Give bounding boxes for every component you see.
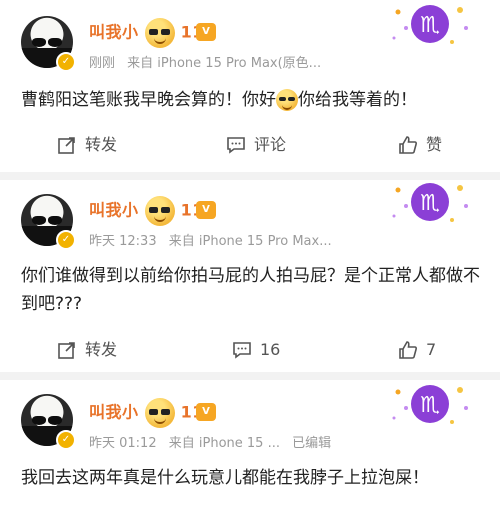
repost-icon (58, 137, 75, 154)
sunglasses-emoji-icon (144, 398, 175, 428)
like-label: 赞 (426, 135, 443, 154)
post-2: ✓ 叫我小 112 V 昨天 12:33 来自 iPhone 15 Pro Ma… (0, 180, 500, 372)
level-badge: V (196, 201, 216, 219)
avatar-eye (32, 216, 46, 225)
like-icon (399, 341, 417, 359)
avatar-eye (32, 38, 46, 47)
like-icon (399, 136, 417, 154)
scorpio-icon: ♏ (392, 183, 468, 222)
repost-button[interactable]: 转发 (57, 335, 117, 365)
post-text: 你给我等着的！ (298, 90, 417, 110)
post-source[interactable]: 来自 iPhone 15 Pro Max(原色... (127, 56, 321, 71)
level-badge: V (196, 403, 216, 421)
post-content: 曹鹤阳这笔账我早晚会算的！你好 你给我等着的！ (21, 86, 481, 114)
svg-text:♏: ♏ (420, 393, 440, 418)
post-source[interactable]: 来自 iPhone 15 Pro Max... (169, 234, 332, 249)
avatar-eye (48, 416, 62, 425)
verified-badge-icon: ✓ (56, 230, 76, 250)
user-name-prefix: 叫我小 (89, 22, 139, 42)
action-bar: 转发 评论 赞 (0, 130, 500, 160)
repost-label: 转发 (85, 135, 118, 154)
divider (0, 172, 500, 180)
sunglasses-emoji-icon (276, 89, 298, 111)
repost-label: 转发 (85, 340, 118, 359)
verified-badge-icon: ✓ (56, 430, 76, 450)
post-time: 昨天 12:33 (89, 234, 157, 249)
post-meta: 刚刚 来自 iPhone 15 Pro Max(原色... (89, 52, 329, 71)
post-source[interactable]: 来自 iPhone 15 ... (169, 436, 280, 451)
post-time: 昨天 01:12 (89, 436, 157, 451)
user-name-prefix: 叫我小 (89, 200, 139, 220)
svg-text:♏: ♏ (420, 13, 440, 38)
post-3: ✓ 叫我小 112 V 昨天 01:12 来自 iPhone 15 ... 已编… (0, 380, 500, 505)
post-time: 刚刚 (89, 56, 116, 71)
level-badge: V (196, 23, 216, 41)
post-1: ✓ 叫我小 112 V 刚刚 来自 iPhone 15 Pro Max(原色..… (0, 0, 500, 172)
scorpio-icon: ♏ (392, 5, 468, 44)
post-content: 你们谁做得到以前给你拍马屁的人拍马屁？是个正常人都做不到吧??? (21, 266, 480, 314)
post-text: 曹鹤阳这笔账我早晚会算的！你好 (21, 90, 276, 110)
avatar-eye (48, 216, 62, 225)
verified-badge-icon: ✓ (56, 52, 76, 72)
comment-icon (227, 137, 245, 154)
comment-button[interactable]: 16 (232, 335, 280, 365)
avatar-eye (32, 416, 46, 425)
avatar-eye (48, 38, 62, 47)
repost-button[interactable]: 转发 (57, 130, 117, 160)
post-content: 我回去这两年真是什么玩意儿都能在我脖子上拉泡屎！ (21, 468, 429, 488)
edited-label: 已编辑 (292, 436, 332, 451)
sunglasses-emoji-icon (144, 196, 175, 226)
like-button[interactable]: 7 (398, 335, 436, 365)
comment-label: 评论 (254, 135, 287, 154)
svg-text:♏: ♏ (420, 191, 440, 216)
comment-icon (233, 342, 251, 359)
post-meta: 昨天 01:12 来自 iPhone 15 ... 已编辑 (89, 432, 339, 451)
comment-count: 16 (260, 340, 281, 359)
post-meta: 昨天 12:33 来自 iPhone 15 Pro Max... (89, 230, 340, 249)
divider (0, 372, 500, 380)
like-button[interactable]: 赞 (398, 130, 442, 160)
scorpio-icon: ♏ (392, 385, 468, 424)
like-count: 7 (426, 340, 437, 359)
repost-icon (58, 342, 75, 359)
sunglasses-emoji-icon (144, 18, 175, 48)
user-name-prefix: 叫我小 (89, 402, 139, 422)
comment-button[interactable]: 评论 (226, 130, 286, 160)
action-bar: 转发 16 7 (0, 335, 500, 365)
